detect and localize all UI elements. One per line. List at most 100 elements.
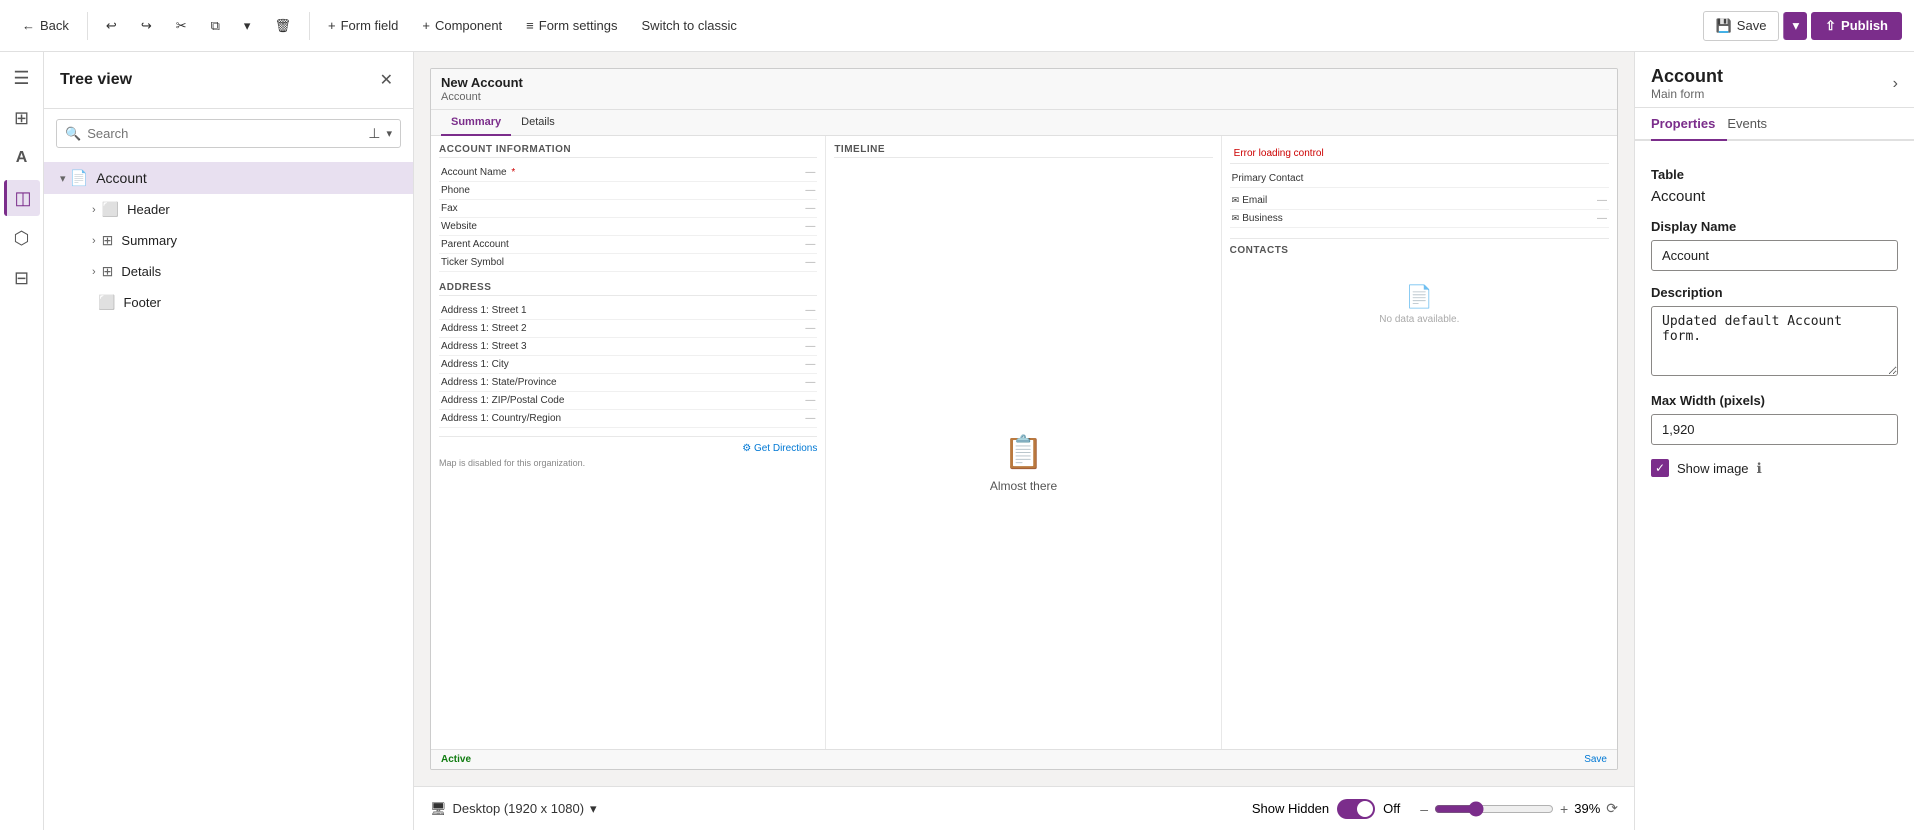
copy-button[interactable]: ⧉: [201, 12, 230, 40]
show-image-checkbox[interactable]: ✓: [1651, 459, 1669, 477]
sidebar-item-summary-label: Summary: [121, 233, 177, 248]
preview-save-btn[interactable]: Save: [1584, 754, 1607, 765]
no-data-icon: 📄: [1406, 284, 1433, 310]
sidebar-item-summary[interactable]: › ⊞ Summary: [44, 225, 413, 256]
table-value: Account: [1651, 188, 1898, 205]
zoom-value: 39%: [1574, 801, 1600, 816]
form-preview: New Account Account Summary Details ACCO…: [430, 68, 1618, 770]
zoom-minus-button[interactable]: –: [1420, 801, 1428, 817]
component-button[interactable]: + Component: [412, 12, 512, 39]
desktop-chevron-icon: ▾: [590, 801, 597, 817]
toggle-off-label: Off: [1383, 801, 1400, 816]
search-icon: 🔍: [65, 126, 81, 142]
sidebar-item-details[interactable]: › ⊞ Details: [44, 256, 413, 287]
form-settings-label: Form settings: [539, 18, 618, 33]
field-state: Address 1: State/Province —: [439, 374, 817, 392]
max-width-label: Max Width (pixels): [1651, 393, 1898, 408]
sidebar-item-account[interactable]: ▾ 📄 Account: [44, 162, 413, 194]
icon-bar: ☰ ⊞ A ◫ ⬡ ⊟: [0, 52, 44, 830]
right-panel-header: Account Main form ›: [1635, 52, 1914, 108]
field-parent-account: Parent Account —: [439, 236, 817, 254]
right-panel-title: Account: [1651, 66, 1723, 87]
undo-button[interactable]: ↩: [96, 12, 127, 40]
field-street3: Address 1: Street 3 —: [439, 338, 817, 356]
save-button[interactable]: 💾 Save: [1703, 11, 1780, 41]
error-loading: Error loading control: [1230, 144, 1609, 163]
sidebar-item-header[interactable]: › ⬜ Header: [44, 194, 413, 225]
desktop-selector[interactable]: 🖥 Desktop (1920 x 1080) ▾: [430, 801, 597, 817]
sidebar-item-footer-label: Footer: [123, 295, 161, 310]
redo-button[interactable]: ↪: [131, 12, 162, 40]
publish-button[interactable]: ⇧ Publish: [1811, 12, 1902, 40]
desktop-icon: 🖥: [430, 801, 447, 817]
grid-icon: ⊞: [14, 108, 29, 129]
tree-area: ▾ 📄 Account › ⬜ Header › ⊞ Summary › ⊞ D…: [44, 158, 413, 830]
table-icon: ⊞: [102, 232, 114, 249]
display-name-input[interactable]: [1651, 240, 1898, 271]
right-panel-expand-button[interactable]: ›: [1893, 75, 1898, 93]
zoom-plus-button[interactable]: +: [1560, 801, 1568, 817]
preview-title: New Account: [441, 75, 1607, 90]
back-icon: ←: [22, 18, 35, 33]
sidebar-item-account-label: Account: [96, 170, 147, 186]
max-width-input[interactable]: [1651, 414, 1898, 445]
close-button[interactable]: ✕: [376, 66, 397, 94]
iconbar-layers-button[interactable]: ◫: [4, 180, 40, 216]
zoom-slider[interactable]: [1434, 801, 1554, 817]
business-icon: ✉: [1232, 213, 1240, 224]
paste-dropdown-button[interactable]: ▾: [234, 12, 261, 40]
rph-title-area: Account Main form: [1651, 66, 1723, 101]
field-street1: Address 1: Street 1 —: [439, 302, 817, 320]
form-field-button[interactable]: + Form field: [318, 12, 408, 39]
description-textarea[interactable]: Updated default Account form.: [1651, 306, 1898, 376]
zoom-minus-icon: –: [1420, 801, 1428, 817]
search-bar[interactable]: 🔍 ⊥ ▾: [56, 119, 401, 148]
cut-button[interactable]: ✂: [166, 12, 197, 40]
show-image-row: ✓ Show image ℹ: [1651, 459, 1898, 477]
right-panel-subtitle: Main form: [1651, 87, 1723, 101]
tree-icon: ⊟: [14, 268, 29, 289]
chevron-down-icon: ▾: [244, 18, 251, 34]
info-icon[interactable]: ℹ: [1757, 460, 1762, 477]
form-settings-button[interactable]: ≡ Form settings: [516, 12, 627, 39]
publish-icon: ⇧: [1825, 18, 1836, 34]
switch-classic-button[interactable]: Switch to classic: [632, 12, 747, 39]
field-fax: Fax —: [439, 200, 817, 218]
chevron-down-icon: ▾: [60, 172, 66, 185]
table-section-label: Table: [1651, 167, 1898, 182]
chevron-right-icon: ›: [1893, 75, 1898, 92]
preview-tab-details[interactable]: Details: [511, 110, 565, 136]
get-directions-btn[interactable]: ⚙ Get Directions: [742, 443, 817, 454]
iconbar-tree-button[interactable]: ⊟: [4, 260, 40, 296]
settings-icon: ≡: [526, 18, 534, 33]
field-primary-contact: Primary Contact: [1230, 170, 1609, 188]
iconbar-text-button[interactable]: A: [4, 140, 40, 176]
iconbar-menu-button[interactable]: ☰: [4, 60, 40, 96]
iconbar-grid-button[interactable]: ⊞: [4, 100, 40, 136]
preview-tab-summary[interactable]: Summary: [441, 110, 511, 136]
sidebar-item-header-label: Header: [127, 202, 170, 217]
right-panel-content: Table Account Display Name Description U…: [1635, 141, 1914, 830]
tab-properties[interactable]: Properties: [1651, 108, 1727, 141]
back-button[interactable]: ← Back: [12, 12, 79, 39]
layers-icon: ◫: [14, 188, 31, 209]
sidebar-icons: ✕: [376, 66, 397, 94]
delete-button[interactable]: 🗑: [264, 12, 301, 40]
sidebar-item-footer[interactable]: ⬜ Footer: [44, 287, 413, 318]
toolbar-right: 💾 Save ▾ ⇧ Publish: [1703, 11, 1902, 41]
rotate-button[interactable]: ⟳: [1606, 800, 1618, 817]
tab-events[interactable]: Events: [1727, 108, 1779, 141]
search-input[interactable]: [87, 126, 362, 141]
no-data-text: No data available.: [1379, 314, 1459, 325]
show-hidden-label: Show Hidden: [1252, 801, 1329, 816]
check-icon: ✓: [1655, 461, 1665, 475]
sidebar: Tree view ✕ 🔍 ⊥ ▾ ▾ 📄 Account › ⬜: [44, 52, 414, 830]
almost-there: 📋 Almost there: [834, 164, 1212, 749]
save-dropdown-button[interactable]: ▾: [1783, 12, 1807, 40]
publish-label: Publish: [1841, 18, 1888, 33]
show-hidden-toggle[interactable]: [1337, 799, 1375, 819]
iconbar-component-button[interactable]: ⬡: [4, 220, 40, 256]
preview-tabs: Summary Details: [431, 110, 1617, 136]
toolbar-sep-1: [87, 12, 88, 40]
redo-icon: ↪: [141, 18, 152, 34]
